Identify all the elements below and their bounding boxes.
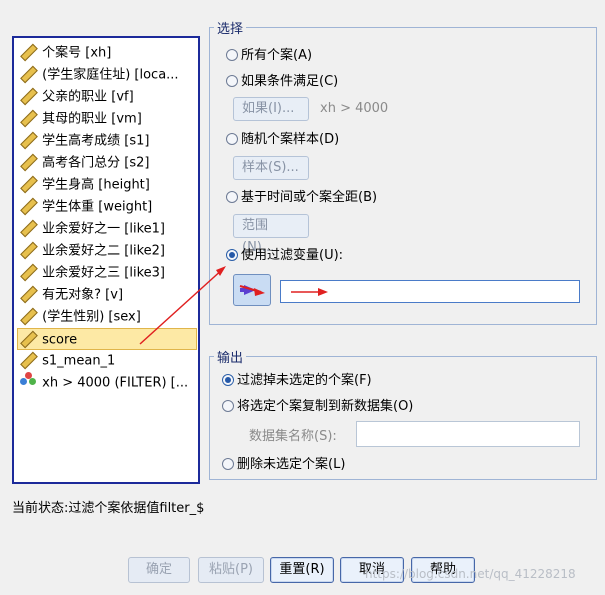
radio-icon <box>226 49 238 61</box>
variable-item[interactable]: 有无对象? [v] <box>18 284 196 306</box>
dataset-name-label: 数据集名称(S): <box>249 429 337 444</box>
radio-icon <box>226 133 238 145</box>
paste-button[interactable]: 粘贴(P) <box>198 557 264 583</box>
reset-button[interactable]: 重置(R) <box>270 557 334 583</box>
select-group-title: 选择 <box>214 18 247 37</box>
nominal-filter-icon <box>18 372 38 394</box>
if-button[interactable]: 如果(I)... <box>233 97 309 121</box>
ruler-icon <box>18 262 38 284</box>
filter-variable-field[interactable] <box>280 280 580 303</box>
ruler-icon <box>18 196 38 218</box>
all-cases-radio[interactable]: 所有个案(A) <box>226 47 312 65</box>
radio-icon <box>222 400 234 412</box>
variable-item[interactable]: 学生身高 [height] <box>18 174 196 196</box>
use-filter-radio[interactable]: 使用过滤变量(U): <box>226 247 343 265</box>
ruler-icon <box>18 42 38 64</box>
dataset-name-input[interactable] <box>356 421 580 447</box>
variable-item[interactable]: 其母的职业 [vm] <box>18 108 196 130</box>
arrow-right-icon <box>240 285 256 295</box>
variable-item[interactable]: 学生体重 [weight] <box>18 196 196 218</box>
filter-out-radio[interactable]: 过滤掉未选定的个案(F) <box>222 372 372 390</box>
ruler-icon <box>18 240 38 262</box>
radio-icon <box>226 191 238 203</box>
move-variable-button[interactable] <box>233 274 271 306</box>
sample-button[interactable]: 样本(S)... <box>233 156 309 180</box>
ruler-icon <box>18 350 38 372</box>
radio-selected-icon <box>222 374 234 386</box>
output-group-title: 输出 <box>214 347 247 366</box>
current-status: 当前状态:过滤个案依据值filter_$ <box>12 501 205 516</box>
variable-item[interactable]: s1_mean_1 <box>18 350 196 372</box>
ruler-icon <box>18 152 38 174</box>
radio-icon <box>222 458 234 470</box>
variable-item[interactable]: (学生性别) [sex] <box>18 306 196 328</box>
ruler-icon <box>18 64 38 86</box>
variable-list[interactable]: 个案号 [xh] (学生家庭住址) [loca... 父亲的职业 [vf] 其母… <box>12 36 200 484</box>
variable-item[interactable]: 业余爱好之三 [like3] <box>18 262 196 284</box>
variable-item[interactable]: 业余爱好之一 [like1] <box>18 218 196 240</box>
ruler-icon <box>18 218 38 240</box>
variable-item[interactable]: (学生家庭住址) [loca... <box>18 64 196 86</box>
ruler-icon <box>18 108 38 130</box>
ruler-icon <box>18 174 38 196</box>
radio-icon <box>226 75 238 87</box>
range-button[interactable]: 范围(N)... <box>233 214 309 255</box>
ruler-icon <box>18 86 38 108</box>
ruler-icon <box>18 306 38 328</box>
ok-button[interactable]: 确定 <box>128 557 190 583</box>
variable-item[interactable]: 业余爱好之二 [like2] <box>18 240 196 262</box>
radio-selected-icon <box>226 249 238 261</box>
variable-item[interactable]: 高考各门总分 [s2] <box>18 152 196 174</box>
variable-item[interactable]: 学生高考成绩 [s1] <box>18 130 196 152</box>
variable-item[interactable]: xh > 4000 (FILTER) [... <box>18 372 196 394</box>
time-range-radio[interactable]: 基于时间或个案全距(B) <box>226 189 377 207</box>
random-sample-radio[interactable]: 随机个案样本(D) <box>226 131 339 149</box>
delete-unselected-radio[interactable]: 删除未选定个案(L) <box>222 456 345 474</box>
ruler-icon <box>18 130 38 152</box>
watermark: https://blog.csdn.net/qq_41228218 <box>365 567 576 581</box>
ruler-icon <box>18 284 38 306</box>
copy-to-dataset-radio[interactable]: 将选定个案复制到新数据集(O) <box>222 398 413 416</box>
ruler-icon <box>18 329 38 349</box>
if-expression: xh > 4000 <box>320 101 389 116</box>
if-condition-radio[interactable]: 如果条件满足(C) <box>226 73 338 91</box>
variable-item[interactable]: 个案号 [xh] <box>18 42 196 64</box>
variable-item-selected[interactable]: score <box>17 328 197 350</box>
variable-item[interactable]: 父亲的职业 [vf] <box>18 86 196 108</box>
